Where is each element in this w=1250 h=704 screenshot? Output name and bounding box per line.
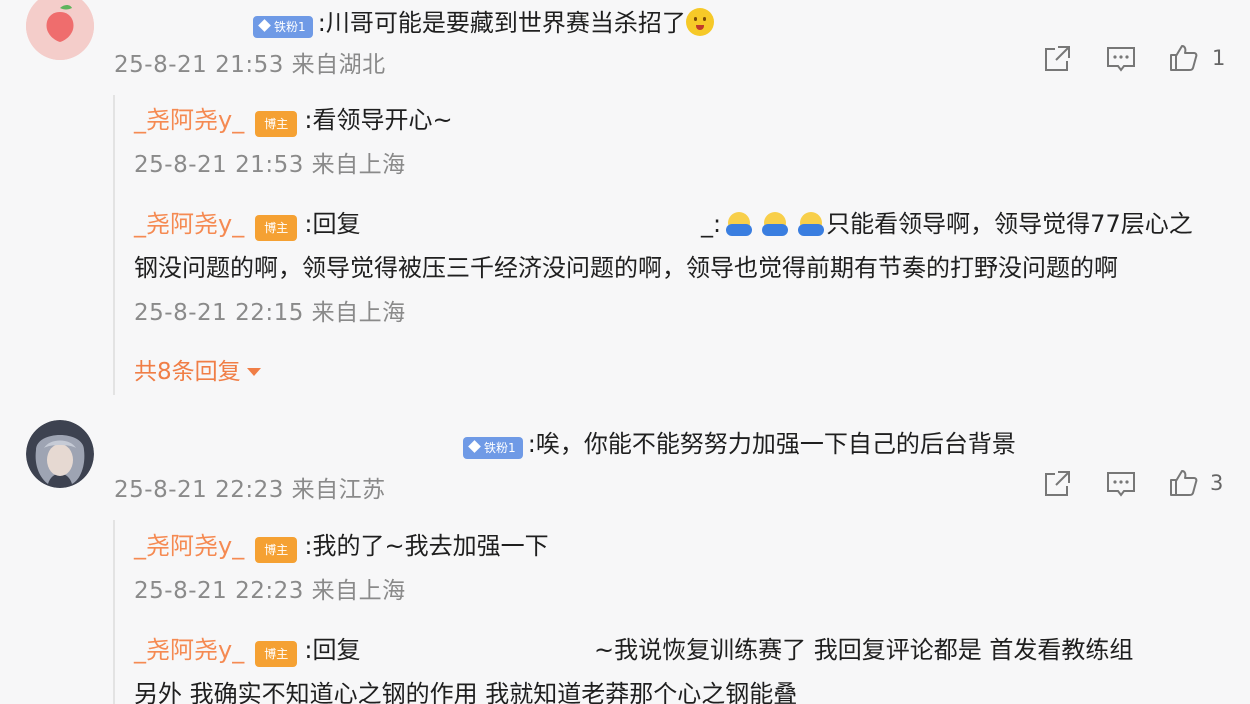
like-icon[interactable] <box>1167 42 1199 74</box>
reply-text-line2: 钢没问题的啊，领导觉得被压三千经济没问题的啊，领导也觉得前期有节奏的打野没问题的… <box>134 254 1118 282</box>
reply-text-line1: 只能看领导啊，领导觉得77层心之 <box>826 210 1193 238</box>
host-badge: 博主 <box>255 640 298 667</box>
comment-2-text: :唉，你能不能努努力加强一下自己的后台背景 <box>527 430 1016 458</box>
comment-icon[interactable] <box>1105 43 1137 75</box>
smile-emoji-icon <box>685 8 714 36</box>
reply-text-line2: 另外 我确实不知道心之钢的作用 我就知道老莽那个心之钢能叠 <box>134 680 798 704</box>
reply-meta: 25-8-21 22:15 来自上海 <box>134 300 406 326</box>
peach-icon <box>26 0 94 60</box>
comment-1-text: :川哥可能是要藏到世界赛当杀招了 <box>317 9 686 37</box>
reply-text: :看领导开心~ <box>304 106 453 134</box>
reply-username[interactable]: _尧阿尧y_ <box>134 210 244 238</box>
reply-1-2-body: _: 只能看领导啊，领导觉得77层心之 <box>701 204 1193 239</box>
comment-1-header: 铁粉1 :川哥可能是要藏到世界赛当杀招了 <box>253 3 714 38</box>
comment-1-meta: 25-8-21 21:53 来自湖北 <box>114 52 386 78</box>
caret-down-icon <box>246 368 261 376</box>
cover-face-emoji-icon <box>798 209 826 237</box>
reply-text: :我的了~我去加强一下 <box>304 532 549 560</box>
reply-2-2-body: ~我说恢复训练赛了 我回复评论都是 首发看教练组 <box>594 630 1133 665</box>
anime-character-icon <box>26 420 94 488</box>
comment-2-header: 铁粉1 :唉，你能不能努努力加强一下自己的后台背景 <box>463 424 1016 459</box>
reply-1-2: _尧阿尧y_ 博主 :回复 <box>134 204 360 241</box>
reply-username[interactable]: _尧阿尧y_ <box>134 532 244 560</box>
more-replies-link[interactable]: 共8条回复 <box>134 352 261 386</box>
host-badge: 博主 <box>255 110 298 137</box>
reply-2-1: _尧阿尧y_ 博主 :我的了~我去加强一下 <box>134 526 549 563</box>
like-count: 3 <box>1210 471 1224 495</box>
comment-icon[interactable] <box>1105 468 1137 500</box>
like-icon[interactable] <box>1167 467 1199 499</box>
reply-meta: 25-8-21 22:23 来自上海 <box>134 578 406 604</box>
reply-to-tail: ~ <box>594 636 615 664</box>
thread-line <box>113 95 115 395</box>
reply-meta: 25-8-21 21:53 来自上海 <box>134 152 406 178</box>
reply-2-2: _尧阿尧y_ 博主 :回复 <box>134 630 360 667</box>
share-icon[interactable] <box>1041 43 1073 75</box>
reply-prefix: :回复 <box>304 636 361 664</box>
thread-line <box>113 520 115 704</box>
share-icon[interactable] <box>1041 468 1073 500</box>
fan-badge: 铁粉1 <box>463 436 523 459</box>
cover-face-emoji-icon <box>726 209 754 237</box>
reply-1-1: _尧阿尧y_ 博主 :看领导开心~ <box>134 100 453 137</box>
host-badge: 博主 <box>255 536 298 563</box>
reply-text-line1: 我说恢复训练赛了 我回复评论都是 首发看教练组 <box>614 636 1134 664</box>
more-replies-label: 共8条回复 <box>134 359 241 385</box>
comment-2-meta: 25-8-21 22:23 来自江苏 <box>114 477 386 503</box>
reply-prefix: :回复 <box>304 210 361 238</box>
reply-username[interactable]: _尧阿尧y_ <box>134 636 244 664</box>
reply-to-tail: _: <box>701 210 722 238</box>
fan-badge: 铁粉1 <box>253 15 313 38</box>
avatar-anime[interactable] <box>26 420 94 488</box>
avatar-peach[interactable] <box>26 0 94 60</box>
like-count: 1 <box>1212 46 1226 70</box>
reply-username[interactable]: _尧阿尧y_ <box>134 106 244 134</box>
cover-face-emoji-icon <box>762 209 790 237</box>
host-badge: 博主 <box>255 214 298 241</box>
